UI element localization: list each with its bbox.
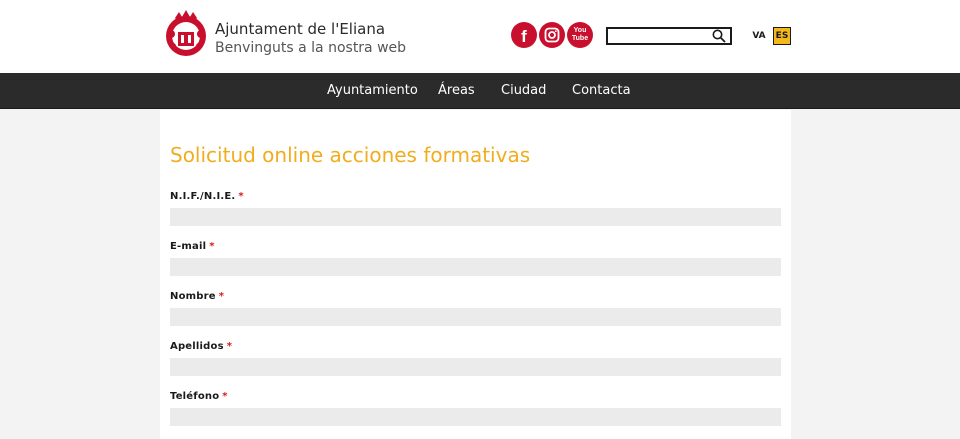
site-header: Ajuntament de l'Eliana Benvinguts a la n… <box>0 0 960 73</box>
language-va-button[interactable]: VA <box>748 27 770 45</box>
nav-item-ciudad[interactable]: Ciudad <box>501 73 546 109</box>
facebook-icon[interactable]: f <box>511 22 537 48</box>
required-mark: * <box>238 191 244 202</box>
nif-label: N.I.F./N.I.E. * <box>170 191 244 202</box>
nombre-field[interactable] <box>170 308 781 326</box>
nombre-label: Nombre * <box>170 291 225 302</box>
email-label: E-mail * <box>170 241 215 252</box>
site-subtitle: Benvinguts a la nostra web <box>215 40 407 56</box>
email-field[interactable] <box>170 258 781 276</box>
required-mark: * <box>226 341 233 352</box>
apellidos-field[interactable] <box>170 358 781 376</box>
required-mark: * <box>222 391 228 402</box>
nav-item-contacta[interactable]: Contacta <box>572 73 631 109</box>
telefono-label: Teléfono * <box>170 391 228 402</box>
youtube-icon[interactable]: You Tube <box>567 22 593 48</box>
search-box <box>606 27 732 45</box>
required-mark: * <box>209 241 215 252</box>
coat-of-arms-logo[interactable] <box>163 8 209 58</box>
nav-item-ayuntamiento[interactable]: Ayuntamiento <box>327 73 418 109</box>
language-es-button[interactable]: ES <box>773 27 791 45</box>
apellidos-label: Apellidos * <box>170 341 233 352</box>
page-title: Solicitud online acciones formativas <box>170 143 531 167</box>
nif-field[interactable] <box>170 208 781 226</box>
required-mark: * <box>218 291 225 302</box>
search-icon[interactable] <box>711 29 727 43</box>
telefono-field[interactable] <box>170 408 781 426</box>
main-nav: Ayuntamiento Áreas Ciudad Contacta <box>0 73 960 109</box>
site-title[interactable]: Ajuntament de l'Eliana <box>215 20 385 38</box>
search-input[interactable] <box>610 29 710 43</box>
form-container: Solicitud online acciones formativas N.I… <box>160 110 791 439</box>
instagram-icon[interactable] <box>539 22 565 48</box>
nav-item-areas[interactable]: Áreas <box>438 73 475 109</box>
